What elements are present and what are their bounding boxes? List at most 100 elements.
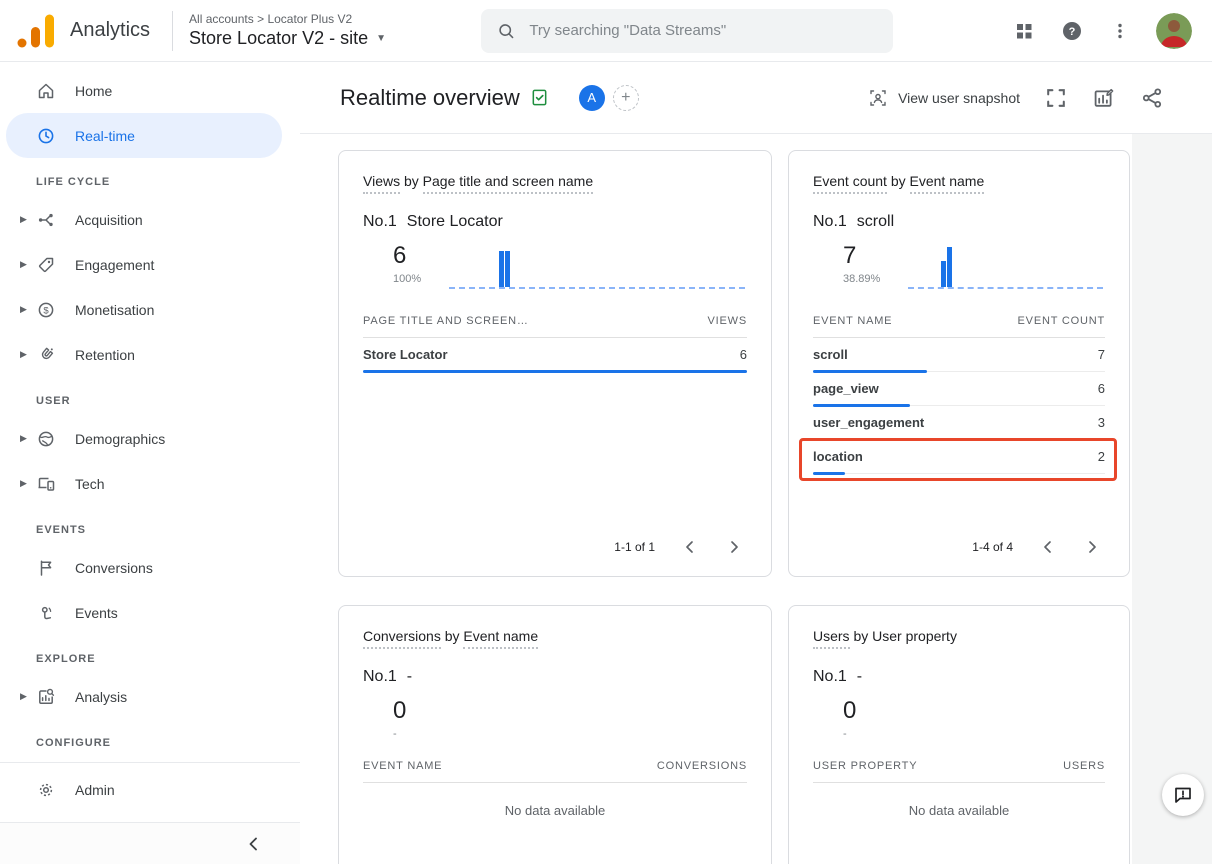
table-row[interactable]: user_engagement 3	[813, 406, 1105, 440]
sidebar-item-label: Analysis	[75, 689, 127, 705]
more-options-icon[interactable]	[1108, 19, 1132, 43]
sidebar-item-analysis[interactable]: ▶ Analysis	[6, 674, 282, 719]
table-row[interactable]: Store Locator 6	[363, 338, 747, 372]
customise-report-icon[interactable]	[1092, 86, 1116, 110]
sidebar-item-acquisition[interactable]: ▶ Acquisition	[6, 197, 282, 242]
feedback-button[interactable]	[1162, 774, 1204, 816]
events-tap-icon	[36, 603, 56, 623]
breadcrumb-all-accounts[interactable]: All accounts	[189, 12, 254, 26]
no-data-message: No data available	[813, 803, 1105, 818]
column-header-value: CONVERSIONS	[657, 760, 747, 772]
next-page-icon[interactable]	[1083, 538, 1101, 556]
column-header-name: USER PROPERTY	[813, 760, 917, 772]
pagination-label: 1-1 of 1	[614, 540, 655, 554]
property-selector[interactable]: Store Locator V2 - site ▼	[189, 28, 386, 49]
no-data-message: No data available	[363, 803, 747, 818]
table-row[interactable]: page_view 6	[813, 372, 1105, 406]
dimension-label[interactable]: User property	[872, 628, 957, 644]
chevron-down-icon: ▼	[376, 33, 386, 44]
sidebar-item-realtime[interactable]: Real-time	[6, 113, 282, 158]
sidebar-item-monetisation[interactable]: ▶ $ Monetisation	[6, 287, 282, 332]
main-content: Realtime overview A + View user snapshot	[300, 62, 1212, 864]
help-icon[interactable]: ?	[1060, 19, 1084, 43]
expand-caret-icon[interactable]: ▶	[20, 478, 36, 489]
sidebar-item-retention[interactable]: ▶ Retention	[6, 332, 282, 377]
engagement-tag-icon	[36, 255, 56, 275]
breadcrumb-separator: >	[257, 12, 264, 26]
top-item-name: -	[857, 668, 862, 686]
sidebar-item-events[interactable]: Events	[6, 590, 282, 635]
view-user-snapshot-button[interactable]: View user snapshot	[868, 88, 1020, 108]
sidebar-item-label: Retention	[75, 347, 135, 363]
collapse-sidebar-icon[interactable]	[244, 834, 264, 854]
sidebar-nav: Home Real-time LIFE CYCLE ▶ Ac	[0, 62, 300, 864]
metric-share: -	[843, 728, 856, 740]
acquisition-icon	[36, 210, 56, 230]
metric-selector[interactable]: Event count	[813, 173, 887, 194]
sidebar-item-label: Tech	[75, 476, 105, 492]
metric-selector[interactable]: Conversions	[363, 628, 441, 649]
metric-selector[interactable]: Users	[813, 628, 850, 649]
search-icon	[497, 21, 515, 41]
divider	[172, 11, 173, 51]
top-item-name: scroll	[857, 213, 894, 231]
sidebar-item-label: Real-time	[75, 128, 135, 144]
conversions-flag-icon	[36, 558, 56, 578]
add-comparison-button[interactable]: +	[613, 85, 639, 111]
card-conversions-by-event-name: Conversions by Event name No.1 - 0 - EVE…	[338, 605, 772, 864]
global-search[interactable]	[481, 9, 893, 53]
expand-caret-icon[interactable]: ▶	[20, 433, 36, 444]
sidebar-item-demographics[interactable]: ▶ Demographics	[6, 416, 282, 461]
home-icon	[36, 81, 56, 101]
metric-share: -	[393, 728, 406, 740]
section-label-life-cycle: LIFE CYCLE	[0, 158, 300, 197]
dashboards-grid-icon[interactable]	[1012, 19, 1036, 43]
prev-page-icon[interactable]	[1039, 538, 1057, 556]
brand-name[interactable]: Analytics	[70, 19, 150, 42]
metric-selector[interactable]: Views	[363, 173, 400, 194]
sidebar-item-home[interactable]: Home	[6, 68, 282, 113]
fullscreen-icon[interactable]	[1044, 86, 1068, 110]
sidebar-item-label: Events	[75, 605, 118, 621]
dimension-selector[interactable]: Event name	[463, 628, 538, 649]
user-avatar[interactable]	[1156, 13, 1192, 49]
sidebar-item-admin[interactable]: Admin	[6, 767, 282, 812]
expand-caret-icon[interactable]: ▶	[20, 691, 36, 702]
search-input[interactable]	[529, 22, 877, 39]
sidebar-item-label: Acquisition	[75, 212, 143, 228]
metric-value: 6	[393, 243, 421, 269]
card-users-by-user-property: Users by User property No.1 - 0 - USER P…	[788, 605, 1130, 864]
monetisation-icon: $	[36, 300, 56, 320]
dimension-selector[interactable]: Page title and screen name	[423, 173, 593, 194]
table-row[interactable]: scroll 7	[813, 338, 1105, 372]
top-item-name: Store Locator	[407, 213, 503, 231]
next-page-icon[interactable]	[725, 538, 743, 556]
expand-caret-icon[interactable]: ▶	[20, 259, 36, 270]
analytics-logo-icon[interactable]	[16, 13, 58, 49]
view-user-snapshot-label: View user snapshot	[898, 90, 1020, 106]
expand-caret-icon[interactable]: ▶	[20, 349, 36, 360]
sidebar-item-label: Monetisation	[75, 302, 154, 318]
table-row-highlighted[interactable]: location 2	[813, 440, 1105, 474]
sidebar-item-tech[interactable]: ▶ Tech	[6, 461, 282, 506]
prev-page-icon[interactable]	[681, 538, 699, 556]
section-label-configure: CONFIGURE	[0, 719, 300, 758]
sidebar-item-engagement[interactable]: ▶ Engagement	[6, 242, 282, 287]
sidebar-item-label: Admin	[75, 782, 115, 798]
svg-text:$: $	[43, 305, 49, 316]
divider	[0, 762, 300, 763]
page-title: Realtime overview	[340, 85, 520, 111]
rank-label: No.1	[363, 668, 397, 686]
breadcrumb-account[interactable]: Locator Plus V2	[267, 12, 352, 26]
pagination-label: 1-4 of 4	[972, 540, 1013, 554]
sidebar-item-conversions[interactable]: Conversions	[6, 545, 282, 590]
dimension-selector[interactable]: Event name	[910, 173, 985, 194]
sparkline-chart	[908, 243, 1103, 295]
share-icon[interactable]	[1140, 86, 1164, 110]
rank-label: No.1	[813, 668, 847, 686]
comparison-chip-a[interactable]: A	[579, 85, 605, 111]
expand-caret-icon[interactable]: ▶	[20, 304, 36, 315]
property-name: Store Locator V2 - site	[189, 28, 368, 49]
expand-caret-icon[interactable]: ▶	[20, 214, 36, 225]
report-status-check-icon[interactable]	[530, 88, 549, 107]
